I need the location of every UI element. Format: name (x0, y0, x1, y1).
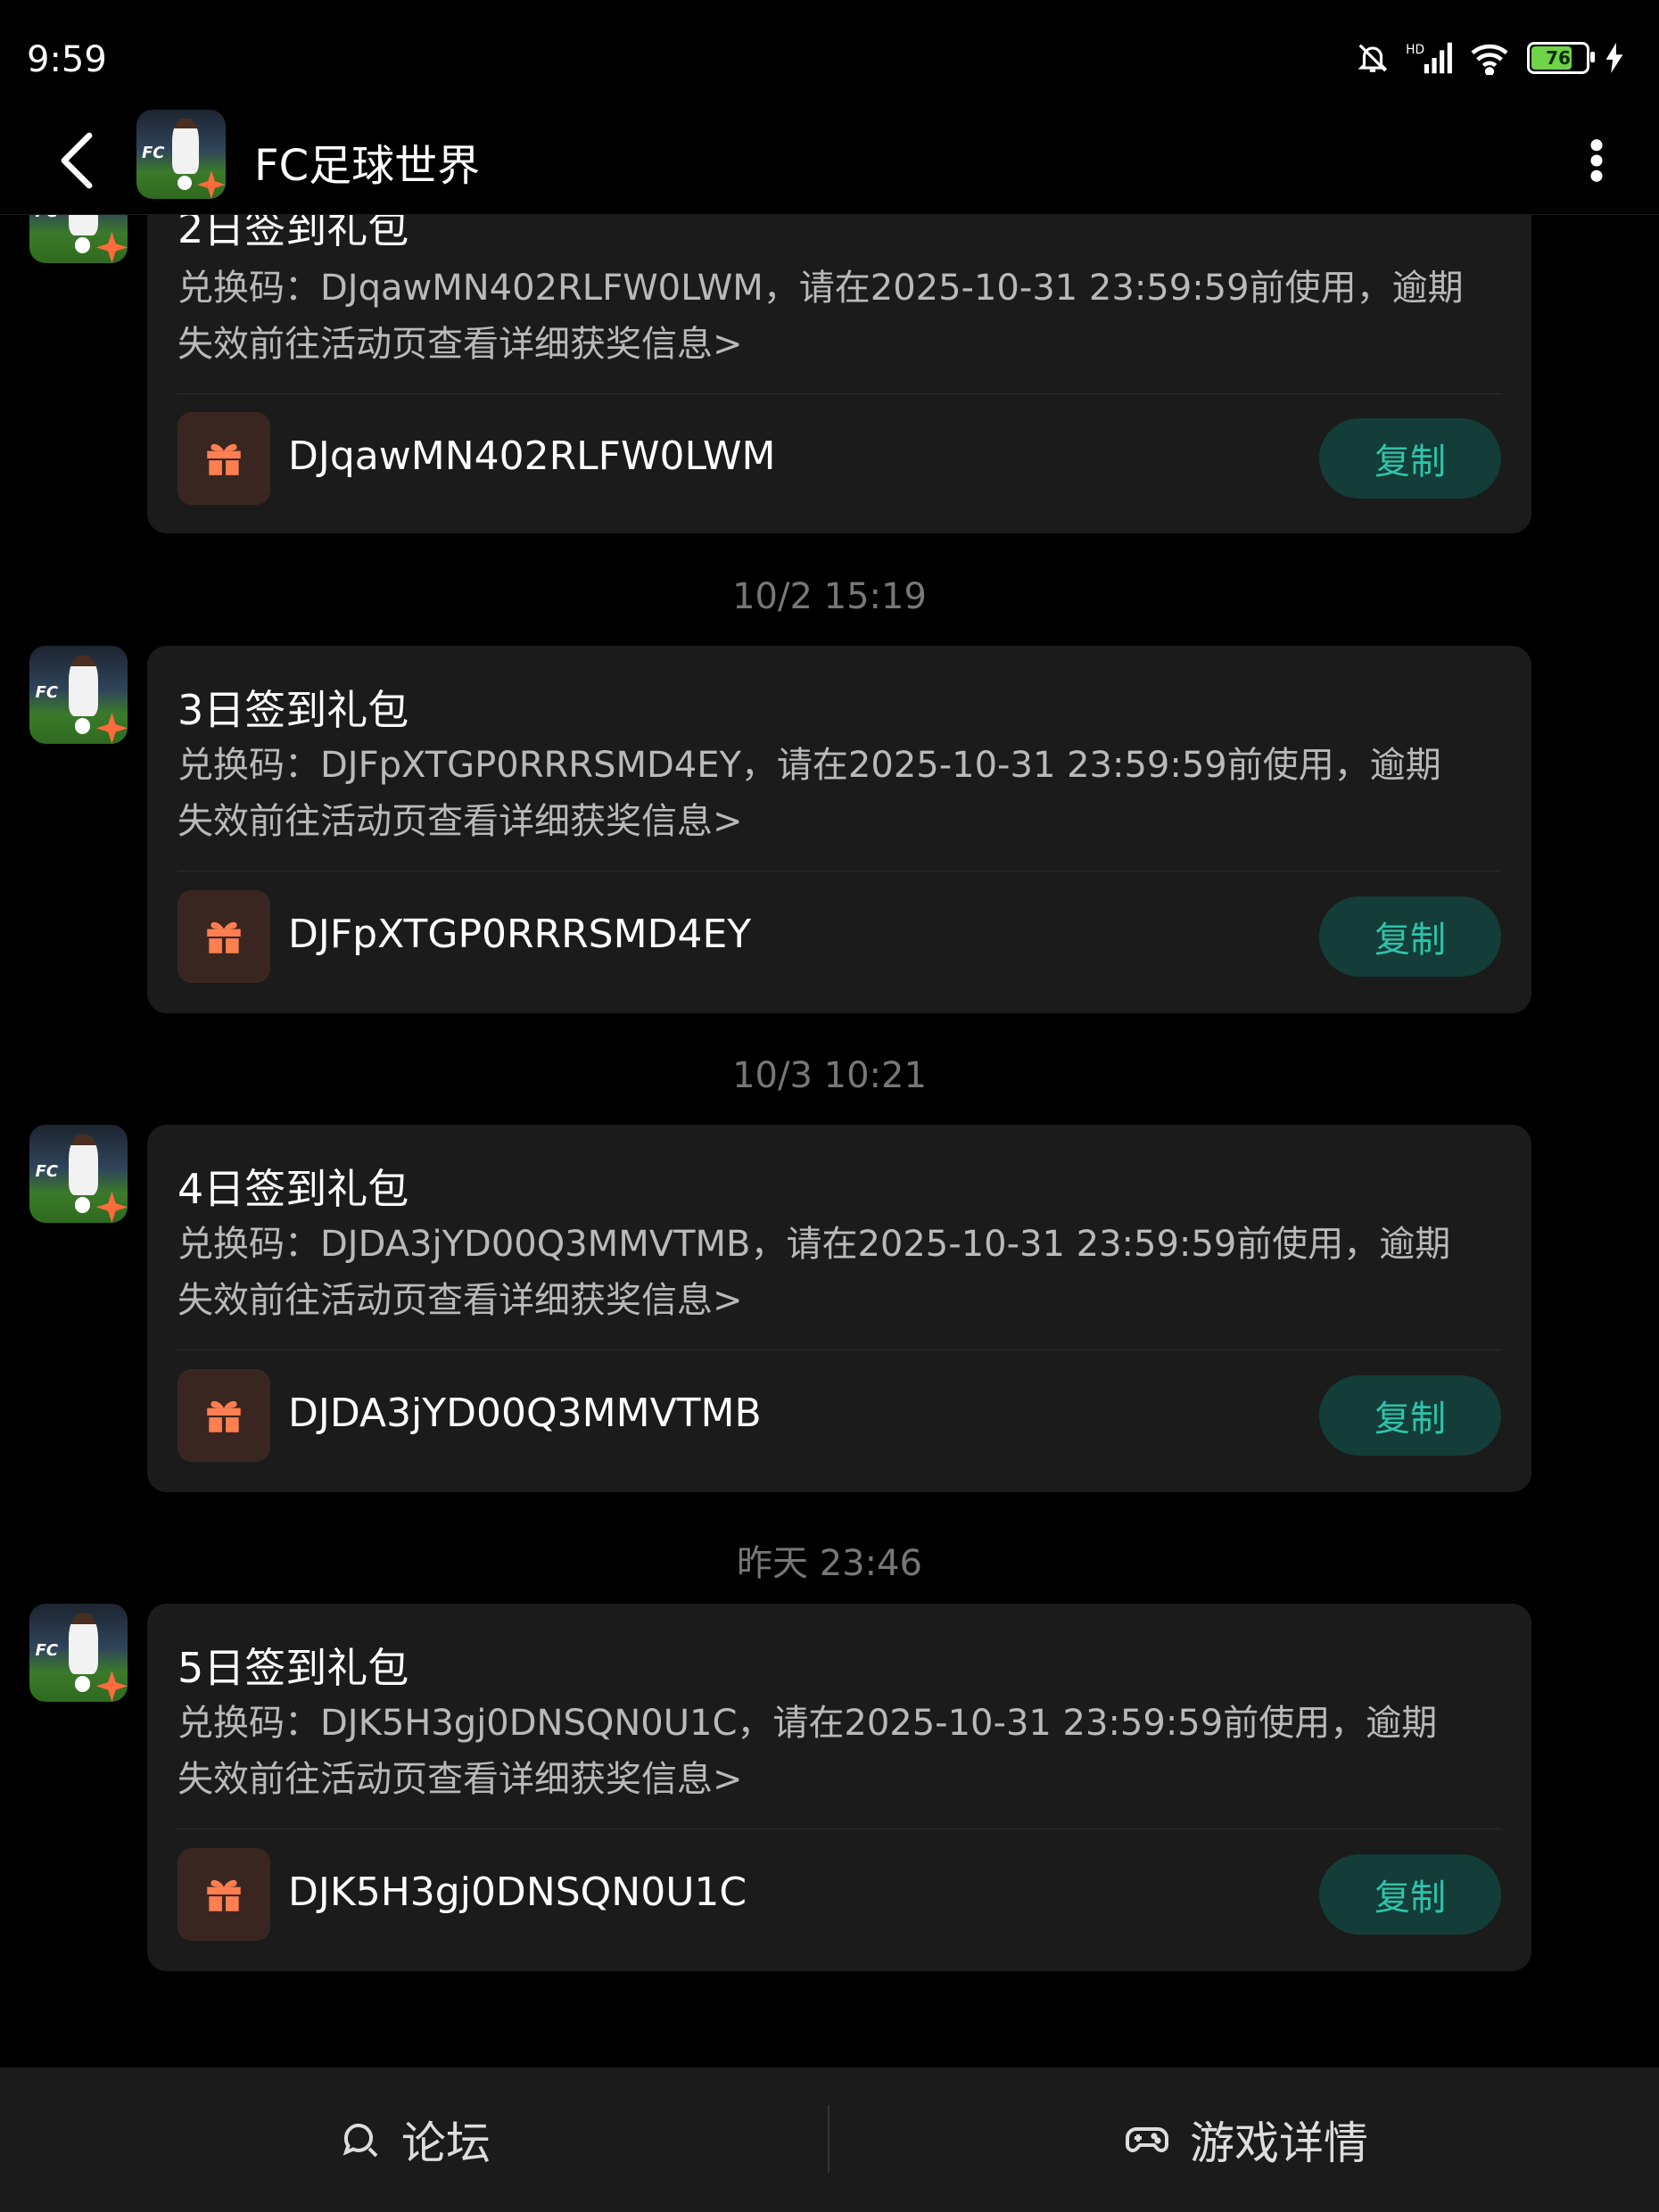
signal-icon: HD (1406, 42, 1452, 74)
message-avatar[interactable]: FC (29, 1604, 128, 1702)
message-avatar[interactable]: FC (29, 646, 128, 744)
gift-box (177, 1848, 270, 1941)
gift-box (177, 890, 270, 983)
description-line: 兑换码：DJDA3jYD00Q3MMVTMB，请在2025-10-31 23:5… (177, 1224, 1451, 1265)
copy-button[interactable]: 复制 (1319, 896, 1501, 977)
forum-label: 论坛 (401, 2117, 491, 2169)
status-bar: 9:59 HD 76 (0, 0, 1659, 125)
card-description[interactable]: 兑换码：DJDA3jYD00Q3MMVTMB，请在2025-10-31 23:5… (177, 1217, 1501, 1329)
more-vertical-icon (1590, 139, 1603, 182)
gift-message-card: 2日签到礼包 兑换码：DJqawMN402RLFW0LWM，请在2025-10-… (147, 161, 1531, 533)
status-time: 9:59 (27, 39, 107, 80)
divider (177, 1828, 1501, 1829)
divider (177, 393, 1501, 394)
gift-message-card: 5日签到礼包 兑换码：DJK5H3gj0DNSQN0U1C，请在2025-10-… (147, 1604, 1531, 1971)
description-link[interactable]: 失效前往活动页查看详细获奖信息> (177, 794, 1501, 850)
chevron-left-icon (61, 132, 93, 189)
tab-divider (828, 2105, 830, 2173)
gift-message-card: 3日签到礼包 兑换码：DJFpXTGP0RRRSMD4EY，请在2025-10-… (147, 646, 1531, 1013)
battery-level: 76 (1546, 47, 1571, 69)
message-timestamp: 10/3 10:21 (732, 1055, 927, 1096)
page-title: FC足球世界 (254, 141, 481, 191)
back-button[interactable] (50, 125, 103, 196)
card-description[interactable]: 兑换码：DJqawMN402RLFW0LWM，请在2025-10-31 23:5… (177, 260, 1501, 373)
card-title: 3日签到礼包 (177, 686, 409, 734)
description-line: 兑换码：DJFpXTGP0RRRSMD4EY，请在2025-10-31 23:5… (177, 745, 1441, 786)
gift-icon (207, 443, 241, 475)
description-link[interactable]: 失效前往活动页查看详细获奖信息> (177, 1273, 1501, 1329)
gift-icon (207, 1879, 241, 1911)
copy-button[interactable]: 复制 (1319, 418, 1501, 499)
gift-message-card: 4日签到礼包 兑换码：DJDA3jYD00Q3MMVTMB，请在2025-10-… (147, 1125, 1531, 1492)
game-details-label: 游戏详情 (1190, 2117, 1368, 2169)
gift-icon (207, 921, 241, 953)
gift-box (177, 412, 270, 505)
wifi-icon (1471, 44, 1508, 75)
bottom-bar: 论坛 游戏详情 (0, 2068, 1659, 2212)
gift-box (177, 1369, 270, 1462)
message-timestamp: 10/2 15:19 (732, 576, 927, 617)
game-avatar[interactable]: FC (136, 110, 226, 199)
battery-icon: 76 (1527, 42, 1595, 74)
description-link[interactable]: 失效前往活动页查看详细获奖信息> (177, 1752, 1501, 1808)
svg-text:HD: HD (1406, 43, 1424, 57)
description-link[interactable]: 失效前往活动页查看详细获奖信息> (177, 317, 1501, 373)
redeem-code: DJK5H3gj0DNSQN0U1C (288, 1869, 747, 1915)
card-title: 4日签到礼包 (177, 1165, 409, 1213)
description-line: 兑换码：DJK5H3gj0DNSQN0U1C，请在2025-10-31 23:5… (177, 1703, 1438, 1744)
message-avatar[interactable]: FC (29, 1125, 128, 1223)
card-description[interactable]: 兑换码：DJK5H3gj0DNSQN0U1C，请在2025-10-31 23:5… (177, 1696, 1501, 1808)
more-options-button[interactable] (1570, 134, 1623, 187)
status-icons: HD 76 (1356, 41, 1623, 75)
game-details-tab[interactable]: 游戏详情 (1124, 2068, 1368, 2212)
card-title: 5日签到礼包 (177, 1644, 409, 1692)
gamepad-icon (1126, 2127, 1168, 2152)
charging-icon (1605, 43, 1623, 73)
redeem-code: DJDA3jYD00Q3MMVTMB (288, 1391, 762, 1436)
forum-chat-icon (343, 2123, 378, 2158)
description-line: 兑换码：DJqawMN402RLFW0LWM，请在2025-10-31 23:5… (177, 268, 1464, 309)
message-timestamp: 昨天 23:46 (737, 1543, 922, 1584)
app-header: FC FC足球世界 (0, 107, 1659, 215)
card-description[interactable]: 兑换码：DJFpXTGP0RRRSMD4EY，请在2025-10-31 23:5… (177, 738, 1501, 850)
redeem-code: DJqawMN402RLFW0LWM (288, 433, 776, 479)
redeem-code: DJFpXTGP0RRRSMD4EY (288, 912, 752, 957)
divider (177, 1349, 1501, 1350)
forum-tab[interactable]: 论坛 (339, 2068, 491, 2212)
copy-button[interactable]: 复制 (1319, 1375, 1501, 1456)
copy-button[interactable]: 复制 (1319, 1854, 1501, 1935)
gift-icon (207, 1400, 241, 1432)
mute-bell-icon (1358, 44, 1388, 72)
